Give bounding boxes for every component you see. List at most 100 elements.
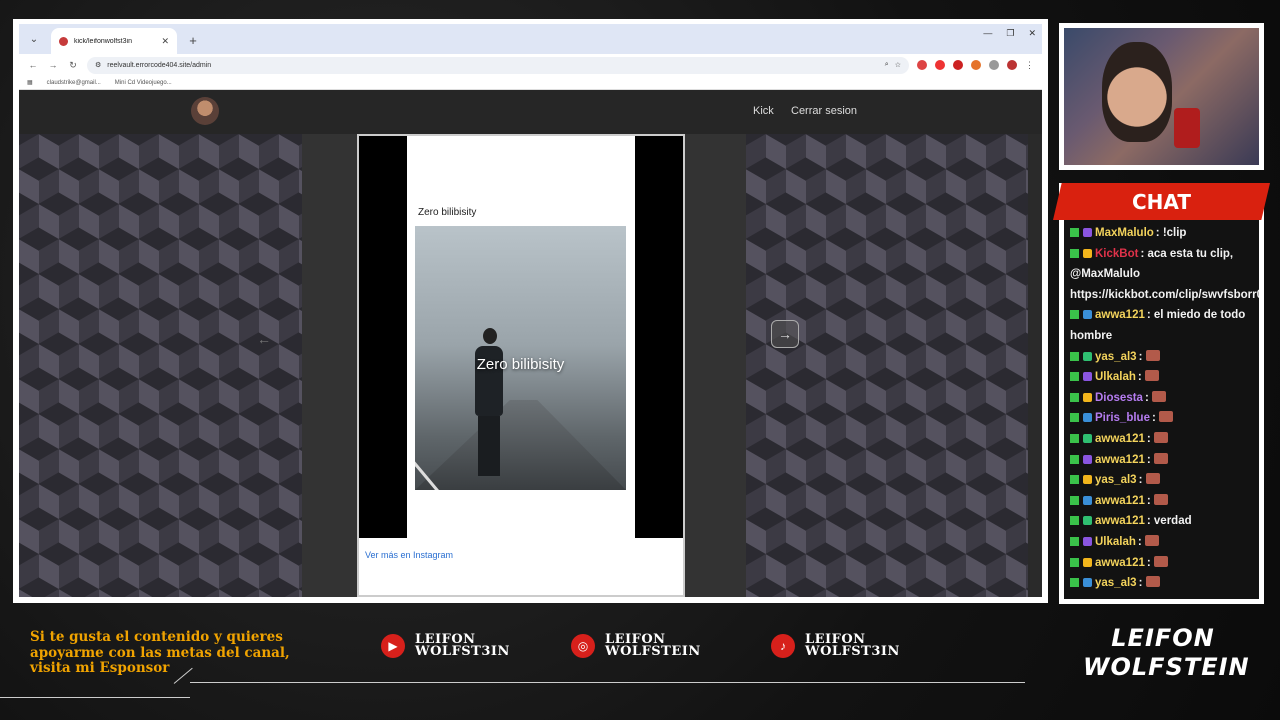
chat-username[interactable]: yas_al3: [1095, 351, 1137, 363]
menu-icon[interactable]: ⋮: [1025, 60, 1034, 71]
site-info-icon[interactable]: ⚙: [95, 61, 101, 69]
previous-arrow-icon[interactable]: ←: [251, 326, 277, 352]
sub-badge-icon: [1083, 392, 1092, 402]
chat-username[interactable]: awwa121: [1095, 309, 1145, 321]
chat-text: :: [1138, 350, 1143, 363]
back-icon[interactable]: ←: [27, 60, 39, 70]
tab-favicon-icon: [59, 36, 68, 46]
next-arrow-button[interactable]: →: [771, 320, 799, 348]
logout-link[interactable]: Cerrar sesion: [791, 105, 857, 117]
chat-username[interactable]: awwa121: [1095, 515, 1145, 527]
chat-text: :: [1138, 474, 1143, 487]
chat-username[interactable]: awwa121: [1095, 495, 1145, 507]
chat-message: Piris_blue:: [1070, 408, 1253, 429]
instagram-embed: Zero bilibisity Zero bilibisity Ver más …: [357, 134, 685, 597]
chat-username[interactable]: yas_al3: [1095, 474, 1137, 486]
chat-username[interactable]: Ulkalah: [1095, 536, 1136, 548]
kick-badge-icon: [1070, 578, 1079, 588]
sub-badge-icon: [1083, 372, 1092, 382]
apps-icon[interactable]: ▦: [27, 79, 33, 86]
chat-username[interactable]: Ulkalah: [1095, 371, 1136, 383]
chat-text: :: [1151, 412, 1156, 425]
chat-message: awwa121:: [1070, 553, 1253, 574]
stream-overlay: ⌄ kick/leifonwolfst3in ✕ + — ❐ ✕ ← → ↻ ⚙…: [0, 0, 1280, 720]
sub-badge-icon: [1083, 248, 1092, 258]
sub-badge-icon: [1083, 433, 1092, 443]
chat-message: Ulkalah:: [1070, 367, 1253, 388]
nav-link-kick[interactable]: Kick: [753, 105, 774, 117]
post-caption: Zero bilibisity: [418, 207, 477, 218]
bookmark-star-icon[interactable]: ☆: [895, 61, 901, 69]
chat-messages: MaxMalulo: !clip KickBot: aca esta tu cli…: [1064, 220, 1259, 599]
kick-badge-icon: [1070, 372, 1079, 382]
instagram-name-line2: WOLFSTEIN: [605, 644, 701, 659]
minimize-icon[interactable]: —: [983, 28, 992, 39]
address-bar[interactable]: ⚙ reelvault.errorcode404.site/admin ⌕ ☆: [87, 56, 909, 74]
bookmark-item[interactable]: Mini Cd Videojuego...: [115, 80, 172, 86]
profile-avatar[interactable]: [1007, 60, 1017, 70]
chat-username[interactable]: Diosesta: [1095, 392, 1143, 404]
tab-search-icon[interactable]: ⌄: [23, 28, 45, 50]
chat-text: :: [1138, 577, 1143, 590]
kick-badge-icon: [1070, 433, 1079, 443]
extensions-puzzle-icon[interactable]: [989, 60, 999, 70]
see-more-instagram-link[interactable]: Ver más en Instagram: [365, 550, 453, 560]
sub-badge-icon: [1083, 495, 1092, 505]
chat-username[interactable]: awwa121: [1095, 454, 1145, 466]
tiktok-icon: ♪: [771, 634, 795, 658]
youtube-name-line2: WOLFST3IN: [415, 644, 510, 659]
restore-icon[interactable]: ❐: [1006, 28, 1014, 39]
chat-message: yas_al3:: [1070, 573, 1253, 594]
chat-message: yas_al3:: [1070, 470, 1253, 491]
browser-tab[interactable]: kick/leifonwolfst3in ✕: [51, 28, 177, 54]
chat-username[interactable]: Piris_blue: [1095, 412, 1150, 424]
kick-badge-icon: [1070, 351, 1079, 361]
close-window-icon[interactable]: ✕: [1028, 28, 1036, 39]
kick-badge-icon: [1070, 495, 1079, 505]
chat-message: KickBot: aca esta tu clip, @MaxMalulo ht…: [1070, 244, 1259, 306]
chat-header: CHAT: [1053, 183, 1270, 220]
background-pattern: [746, 134, 1028, 597]
extension-icon[interactable]: [935, 60, 945, 70]
instagram-icon: ◎: [571, 634, 595, 658]
kick-badge-icon: [1070, 516, 1079, 526]
chat-username[interactable]: awwa121: [1095, 557, 1145, 569]
new-tab-button[interactable]: +: [183, 30, 203, 50]
kick-badge-icon: [1070, 248, 1079, 258]
chat-text: : verdad: [1146, 515, 1192, 528]
site-logo-avatar[interactable]: [191, 97, 219, 125]
close-tab-icon[interactable]: ✕: [161, 36, 169, 47]
site-header: Kick Cerrar sesion: [19, 90, 1042, 134]
bookmark-item[interactable]: claudstrike@gmail...: [47, 80, 101, 86]
kick-badge-icon: [1070, 413, 1079, 423]
forward-icon[interactable]: →: [47, 60, 59, 70]
brand-logo: LEIFON WOLFSTEIN: [1083, 624, 1250, 690]
chat-message: Ulkalah:: [1070, 532, 1253, 553]
kick-badge-icon: [1070, 475, 1079, 485]
kick-badge-icon: [1070, 454, 1079, 464]
kick-badge-icon: [1070, 310, 1079, 320]
chat-username[interactable]: KickBot: [1095, 248, 1138, 260]
red-cup: [1174, 108, 1200, 148]
extension-icon[interactable]: [953, 60, 963, 70]
brand-line2: WOLFSTEIN: [1083, 653, 1250, 681]
sub-badge-icon: [1083, 557, 1092, 567]
video-player[interactable]: Zero bilibisity: [415, 226, 626, 490]
extension-icon[interactable]: [971, 60, 981, 70]
bookmarks-bar: ▦ claudstrike@gmail... Mini Cd Videojueg…: [19, 76, 1042, 90]
reload-icon[interactable]: ↻: [67, 60, 79, 71]
chat-message: MaxMalulo: !clip: [1070, 223, 1253, 244]
chat-username[interactable]: awwa121: [1095, 433, 1145, 445]
emote-icon: [1145, 349, 1160, 361]
emote-icon: [1144, 534, 1159, 546]
letterbox-right: [635, 136, 683, 538]
chat-username[interactable]: yas_al3: [1095, 577, 1137, 589]
chat-username[interactable]: MaxMalulo: [1095, 227, 1154, 239]
sub-badge-icon: [1083, 310, 1092, 320]
streamer-face: [1102, 42, 1172, 142]
video-road: [415, 400, 626, 490]
extension-icon[interactable]: [917, 60, 927, 70]
chat-text: : !clip: [1155, 227, 1187, 239]
tiktok-name-line2: WOLFST3IN: [805, 644, 900, 659]
zoom-icon[interactable]: ⌕: [885, 61, 889, 69]
